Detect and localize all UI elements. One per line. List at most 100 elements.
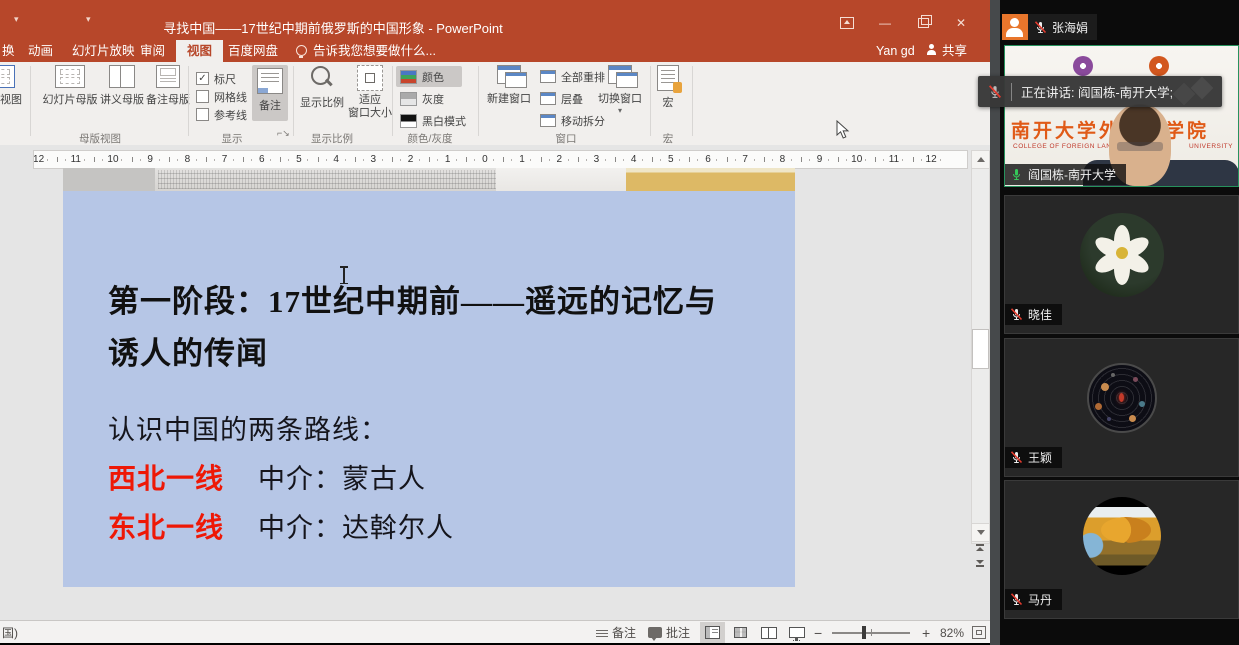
tab-baidu-netdisk[interactable]: 百度网盘 — [228, 40, 278, 62]
restore-button[interactable] — [906, 12, 940, 34]
color-button[interactable]: 颜色 — [396, 66, 462, 87]
ruler-tick-number: 2 — [541, 151, 578, 168]
mouse-cursor — [836, 120, 850, 140]
macros-button[interactable]: 宏 — [652, 65, 684, 110]
close-button[interactable]: ✕ — [944, 12, 978, 34]
video-tile[interactable]: 晓佳 — [1004, 195, 1239, 334]
handout-master-button[interactable]: 讲义母版 — [98, 65, 146, 107]
slide-sorter-view-button[interactable] — [728, 622, 753, 643]
scroll-down-button[interactable] — [971, 523, 990, 542]
triangle-down-icon — [977, 530, 985, 535]
participant-name: 王颖 — [1028, 449, 1052, 466]
participant-header[interactable]: 张海娟 — [1002, 14, 1097, 40]
switch-windows-button[interactable]: 切换窗口 ▾ — [594, 65, 646, 115]
slideshow-icon — [789, 627, 805, 638]
mic-muted-icon — [1034, 21, 1047, 34]
title-bar: ▾ ▾ 寻找中国——17世纪中期前俄罗斯的中国形象 - PowerPoint —… — [0, 0, 990, 40]
tab-transitions-partial[interactable]: 换 — [2, 40, 15, 62]
scrollbar-thumb[interactable] — [972, 329, 989, 369]
fit-slide-to-window-button[interactable] — [972, 621, 986, 643]
horizontal-ruler[interactable]: 1211109876543210123456789101112 — [33, 150, 968, 169]
ribbon-display-options-button[interactable] — [830, 12, 864, 34]
video-tile[interactable]: 马丹 — [1004, 480, 1239, 619]
ruler-tick-number: 8 — [764, 151, 801, 168]
ruler-tick-number: 11 — [875, 151, 912, 168]
arrange-all-icon — [540, 70, 556, 83]
tell-me-box[interactable]: 告诉我您想要做什么... — [296, 40, 436, 62]
notes-toggle-button[interactable]: 备注 — [252, 65, 288, 121]
zoom-slider-thumb[interactable] — [862, 626, 866, 639]
lotus-flower-avatar — [1080, 213, 1164, 297]
ruler-tick-number: 3 — [355, 151, 392, 168]
share-person-icon — [926, 44, 937, 55]
slide-master-button[interactable]: 幻灯片母版 — [40, 65, 100, 107]
lightbulb-icon — [296, 45, 307, 56]
guides-checkbox[interactable]: 参考线 — [196, 104, 247, 125]
comments-toggle[interactable]: 批注 — [648, 621, 690, 643]
reading-view-button-partial[interactable]: 阅读视图 — [0, 65, 26, 107]
ruler-tick-number: 1 — [503, 151, 540, 168]
tell-me-label: 告诉我您想要做什么... — [313, 44, 436, 58]
ribbon-display-options-icon — [840, 17, 854, 29]
dialog-launcher-icon[interactable]: ⌐↘ — [277, 128, 290, 139]
share-button[interactable]: 共享 — [926, 40, 967, 62]
slideshow-view-button[interactable] — [784, 622, 809, 643]
comment-bubble-icon — [648, 627, 662, 638]
next-slide-button[interactable] — [974, 560, 986, 567]
zoom-in-button[interactable]: + — [922, 621, 930, 643]
slide-route-line: 西北一线中介：蒙古人 — [108, 455, 768, 504]
magnifier-icon — [309, 65, 335, 91]
university-emblem-icon — [1149, 56, 1169, 76]
ruler-tick-number: 1 — [429, 151, 466, 168]
participant-name: 阎国栋-南开大学 — [1028, 166, 1116, 183]
video-tile-speaker[interactable]: 南开大学外国语学院 COLLEGE OF FOREIGN LANG UNIVER… — [1004, 45, 1239, 187]
zoom-percentage[interactable]: 82% — [940, 621, 964, 643]
ruler-tick-number: 9 — [132, 151, 169, 168]
notes-master-button[interactable]: 备注母版 — [144, 65, 192, 107]
building-photo — [626, 168, 795, 191]
video-tile[interactable]: 王颖 — [1004, 338, 1239, 477]
black-white-button[interactable]: 黑白模式 — [396, 110, 476, 131]
cascade-button[interactable]: 层叠 — [540, 88, 583, 109]
previous-slide-button[interactable] — [974, 544, 986, 551]
banner-english-left: COLLEGE OF FOREIGN LANG — [1013, 143, 1117, 150]
grayscale-button[interactable]: 灰度 — [396, 88, 462, 109]
tab-animations[interactable]: 动画 — [28, 40, 53, 62]
group-separator — [30, 66, 31, 136]
slide-body-text[interactable]: 认识中国的两条路线： 西北一线中介：蒙古人 东北一线中介：达斡尔人 — [108, 406, 768, 553]
notes-toggle[interactable]: 备注 — [596, 621, 636, 643]
tab-view[interactable]: 视图 — [176, 40, 223, 62]
new-window-icon — [497, 65, 521, 84]
ruler-tick-number: 7 — [206, 151, 243, 168]
zoom-slider-notch — [871, 629, 872, 636]
normal-view-button[interactable] — [700, 622, 725, 643]
group-label-window: 窗口 — [548, 131, 584, 146]
tab-slideshow[interactable]: 幻灯片放映 — [72, 40, 135, 62]
group-label-master-views: 母版视图 — [70, 131, 130, 146]
new-window-button[interactable]: 新建窗口 — [484, 65, 534, 106]
fit-to-window-button[interactable]: 适应窗口大小 — [348, 65, 392, 120]
watermark-diamond — [1191, 77, 1214, 100]
planets-avatar — [1087, 363, 1157, 433]
group-separator — [188, 66, 189, 136]
scroll-up-button[interactable] — [971, 150, 990, 169]
minimize-button[interactable]: — — [868, 12, 902, 34]
account-name[interactable]: Yan gd — [876, 40, 915, 62]
grayscale-swatch-icon — [400, 92, 417, 106]
group-label-macros: 宏 — [652, 131, 684, 146]
group-label-zoom: 显示比例 — [306, 131, 358, 146]
group-label-color: 颜色/灰度 — [400, 131, 460, 146]
text-cursor-ibeam — [343, 267, 345, 283]
ruler-tick-number: 10 — [94, 151, 131, 168]
slide-title[interactable]: 第一阶段：17世纪中期前——遥远的记忆与 诱人的传闻 — [108, 276, 768, 380]
slide-canvas[interactable]: 第一阶段：17世纪中期前——遥远的记忆与 诱人的传闻 认识中国的两条路线： 西北… — [63, 191, 795, 587]
slide-workspace: 1211109876543210123456789101112 第一阶段：17世… — [0, 145, 990, 620]
zoom-button[interactable]: 显示比例 — [296, 65, 348, 110]
zoom-out-button[interactable]: − — [814, 621, 822, 643]
group-separator — [392, 66, 393, 136]
group-label-show: 显示 — [214, 131, 250, 146]
reading-view-button[interactable] — [756, 622, 781, 643]
tab-review[interactable]: 审阅 — [140, 40, 165, 62]
now-speaking-banner: 正在讲话: 阎国栋-南开大学; — [978, 76, 1222, 107]
person-avatar-icon — [1002, 14, 1028, 40]
